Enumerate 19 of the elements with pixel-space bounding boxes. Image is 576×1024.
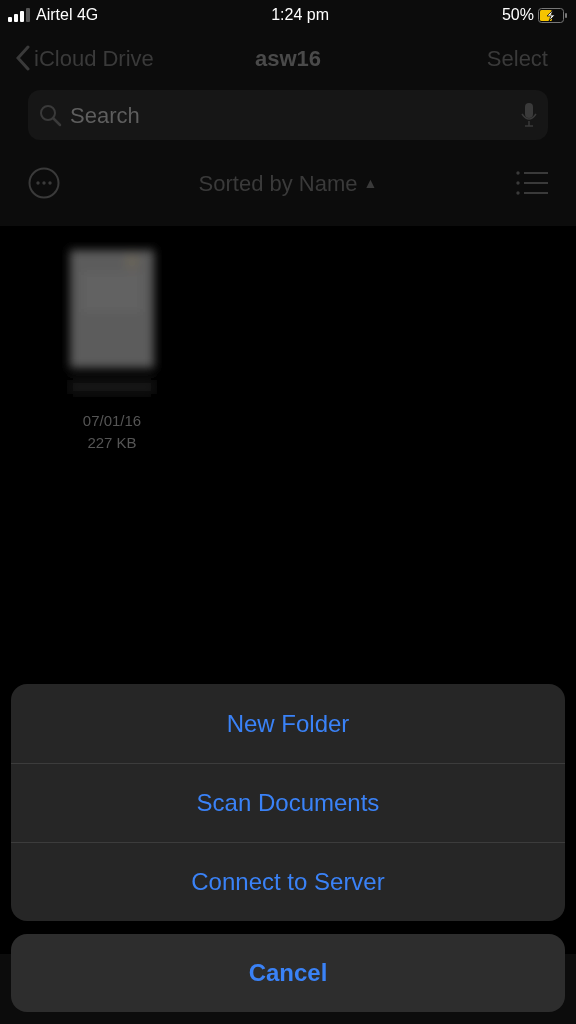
clock-text: 1:24 pm (271, 5, 329, 25)
list-view-icon[interactable] (516, 170, 548, 196)
file-date: 07/01/16 (82, 411, 142, 431)
search-icon (38, 103, 62, 127)
action-item[interactable]: New Folder (11, 684, 565, 763)
microphone-icon (520, 102, 538, 128)
folder-title: asw16 (253, 44, 322, 73)
more-options-icon[interactable] (28, 167, 60, 199)
search-bar[interactable]: Search (28, 90, 548, 140)
file-size: 227 KB (87, 433, 137, 453)
chevron-left-icon (16, 45, 30, 71)
action-item[interactable]: Scan Documents (11, 763, 565, 842)
action-item[interactable]: Connect to Server (11, 842, 565, 921)
battery-charging-icon (538, 7, 568, 23)
cancel-button[interactable]: Cancel (11, 934, 565, 1012)
signal-icon (8, 8, 30, 22)
carrier-text: Airtel 4G (36, 5, 99, 25)
battery-text: 50% (501, 5, 534, 25)
search-field[interactable]: Search (70, 98, 512, 132)
